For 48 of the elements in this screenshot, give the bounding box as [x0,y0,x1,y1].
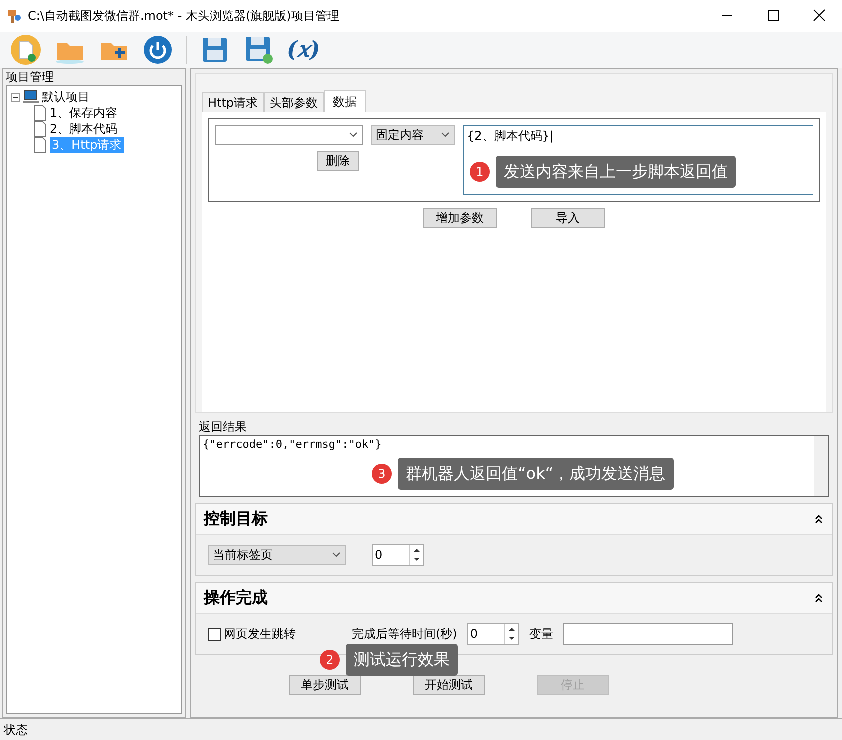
collapse-icon[interactable] [814,514,824,524]
tree-item[interactable]: 1、保存内容 [50,105,118,121]
name-dropdown[interactable] [215,125,363,145]
window-title: C:\自动截图发微信群.mot* - 木头浏览器(旗舰版)项目管理 [28,8,340,25]
target-dropdown[interactable]: 当前标签页 [208,545,346,565]
save-as-icon[interactable] [243,34,275,66]
computer-icon [23,90,39,104]
section-title: 操作完成 [204,587,268,609]
step-number: 2 [320,650,340,670]
document-icon [33,121,47,137]
tab[interactable]: 数据 [324,90,366,112]
scrollbar [814,436,828,496]
wait-spinner[interactable]: 0 [467,623,520,645]
annotation-callout: 群机器人返回值“ok“，成功发送消息 [398,458,674,490]
chevron-icon [332,552,341,558]
tree-item[interactable]: 默认项目 [42,89,90,105]
checkbox-label: 网页发生跳转 [224,626,296,643]
collapse-icon[interactable] [814,593,824,603]
index-spinner[interactable]: 0 [372,544,424,566]
tab[interactable]: Http请求 [202,92,264,112]
section-title: 控制目标 [204,508,268,530]
wait-label: 完成后等待时间(秒) [352,626,458,643]
document-icon [33,105,47,121]
chevron-icon [349,132,358,138]
tree-item[interactable]: 2、脚本代码 [50,121,118,137]
variable-field[interactable] [563,623,734,645]
button[interactable]: 单步测试 [289,675,361,695]
status-text: 状态 [4,722,28,738]
collapse-icon[interactable] [11,92,20,102]
variable-label: 变量 [529,626,554,643]
variable-button[interactable]: (𝑥) [287,37,320,63]
result-text: {"errcode":0,"errmsg":"ok"} [202,437,383,453]
delete-button[interactable]: 删除 [317,151,359,171]
app-icon [6,8,22,24]
new-document-icon[interactable] [10,34,42,66]
panel-title: 项目管理 [6,69,55,85]
document-icon [33,137,47,153]
chevron-icon [441,132,450,138]
annotation-callout: 发送内容来自上一步脚本返回值 [496,156,736,188]
source-dropdown[interactable]: 固定内容 [371,125,455,145]
annotation-callout: 测试运行效果 [346,644,458,676]
button[interactable]: 开始测试 [413,675,485,695]
result-label: 返回结果 [199,419,248,435]
checkbox[interactable] [208,628,221,640]
tab[interactable]: 头部参数 [264,92,324,112]
power-icon[interactable] [142,34,174,66]
button[interactable]: 导入 [531,208,605,228]
button[interactable]: 增加参数 [423,208,497,228]
